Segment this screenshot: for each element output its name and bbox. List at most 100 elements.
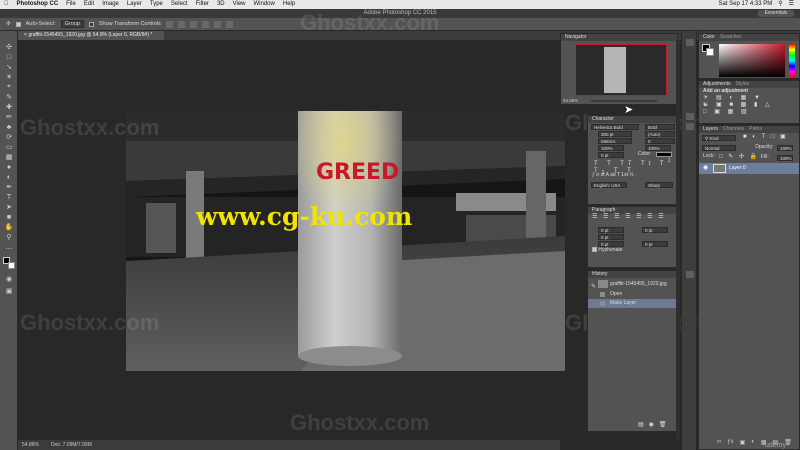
transform-controls-checkbox[interactable] <box>88 21 94 27</box>
menu-help[interactable]: Help <box>279 0 299 9</box>
auto-select-dropdown[interactable]: Group <box>60 20 84 28</box>
clone-stamp-tool-icon[interactable]: ♣ <box>4 123 14 131</box>
navigator-zoom-slider[interactable] <box>591 100 657 102</box>
workspace-switcher[interactable]: Essentials <box>758 10 794 17</box>
pen-tool-icon[interactable]: ✒ <box>4 183 14 191</box>
layer-filter-select[interactable]: ⚲ Kind <box>702 135 736 141</box>
tab-paths[interactable]: Paths <box>749 126 762 133</box>
align-bottom-icon[interactable] <box>189 20 197 28</box>
document-image[interactable]: GREED <box>126 111 565 371</box>
move-tool-icon[interactable]: ✣ <box>6 21 11 27</box>
camera-icon[interactable]: ◉ <box>649 421 654 428</box>
link-layers-icon[interactable]: ∞ <box>717 439 721 446</box>
tab-channels[interactable]: Channels <box>723 126 744 133</box>
tab-swatches[interactable]: Swatches <box>720 34 742 41</box>
apple-icon[interactable]:  <box>0 0 13 9</box>
paragraph-panel-icon[interactable] <box>686 123 694 130</box>
layer-filter-icons[interactable]: ■ ◐ T □ ▣ <box>743 134 788 141</box>
menu-file[interactable]: File <box>62 0 80 9</box>
history-panel-icon[interactable] <box>686 271 694 278</box>
lock-icons[interactable]: □ ✎ ✣ 🔒 <box>719 154 759 161</box>
color-field[interactable] <box>719 44 785 77</box>
doc-size[interactable]: Doc: 7.09M/7.09M <box>51 440 92 450</box>
alignment-buttons[interactable]: ☰ ☰ ☰ ☰ ☰ ☰ ☰ <box>588 214 677 226</box>
navigator-panel-icon[interactable] <box>686 39 694 46</box>
opacity-field[interactable]: 100% <box>777 145 793 151</box>
marquee-tool-icon[interactable]: □ <box>4 53 14 61</box>
tab-layers[interactable]: Layers <box>703 126 718 133</box>
lasso-tool-icon[interactable]: ➘ <box>4 63 14 71</box>
list-icon[interactable]: ☰ <box>789 0 794 9</box>
align-top-icon[interactable] <box>165 20 173 28</box>
align-right-icon[interactable] <box>225 20 233 28</box>
hyphenate-checkbox[interactable] <box>592 247 597 253</box>
brush-tool-icon[interactable]: ✏ <box>4 113 14 121</box>
align-left-icon[interactable] <box>201 20 209 28</box>
tab-color[interactable]: Color <box>703 34 715 41</box>
blur-tool-icon[interactable]: ● <box>4 163 14 171</box>
history-brush-tool-icon[interactable]: ⟳ <box>4 133 14 141</box>
adjustment-icons-row-1[interactable]: ☀ ▤ ◐ ▦ ▼ <box>699 95 799 102</box>
eyedropper-tool-icon[interactable]: ✎ <box>4 93 14 101</box>
menu-select[interactable]: Select <box>167 0 192 9</box>
blend-mode-select[interactable]: Normal <box>702 145 736 151</box>
tab-adjustments[interactable]: Adjustments <box>703 81 731 88</box>
adjustment-layer-icon[interactable]: ◐ <box>751 439 755 446</box>
history-snapshot[interactable]: ✎ graffiti-1545455_1920.jpg <box>588 278 677 290</box>
align-center-icon[interactable] <box>213 20 221 28</box>
dodge-tool-icon[interactable]: ◐ <box>4 173 14 181</box>
hand-tool-icon[interactable]: ✋ <box>4 223 14 231</box>
search-icon[interactable]: ⚲ <box>778 0 782 9</box>
move-tool-icon[interactable]: ✣ <box>4 43 14 51</box>
gradient-tool-icon[interactable]: ▦ <box>4 153 14 161</box>
menu-type[interactable]: Type <box>146 0 167 9</box>
shape-tool-icon[interactable]: ■ <box>4 213 14 221</box>
anti-alias-select[interactable]: Sharp <box>645 182 673 188</box>
background-color-swatch[interactable] <box>8 262 15 269</box>
history-item[interactable]: Make Layer <box>588 299 677 308</box>
color-background[interactable] <box>706 48 714 56</box>
menu-layer[interactable]: Layer <box>123 0 146 9</box>
auto-select-checkbox[interactable] <box>15 21 21 27</box>
adjustment-icons-row-3[interactable]: □ ▣ ▦ ▧ <box>699 109 799 116</box>
adjustment-icons-row-2[interactable]: ☯ ▣ ■ ▩ ▮ △ <box>699 102 799 109</box>
screen-mode-icon[interactable]: ▣ <box>4 287 14 295</box>
menu-edit[interactable]: Edit <box>80 0 98 9</box>
zoom-level[interactable]: 54.86% <box>22 440 39 450</box>
text-color-swatch[interactable] <box>656 152 672 157</box>
align-middle-icon[interactable] <box>177 20 185 28</box>
type-tool-icon[interactable]: T <box>4 193 14 201</box>
hue-slider[interactable] <box>789 44 795 77</box>
character-panel-icon[interactable] <box>686 113 694 120</box>
layer-row[interactable]: ◉ Layer 0 <box>699 163 799 174</box>
eye-icon[interactable]: ◉ <box>703 163 708 174</box>
navigator-preview[interactable] <box>575 44 667 96</box>
path-select-tool-icon[interactable]: ➤ <box>4 203 14 211</box>
more-tools-icon[interactable]: ⋯ <box>4 245 14 253</box>
menu-3d[interactable]: 3D <box>213 0 229 9</box>
crop-tool-icon[interactable]: ⌖ <box>4 83 14 91</box>
fx-icon[interactable]: ƒx <box>727 439 733 446</box>
layers-header: Layers Channels Paths <box>699 126 799 133</box>
tab-styles[interactable]: Styles <box>736 81 750 88</box>
add-mask-icon[interactable]: ▣ <box>740 439 746 446</box>
menu-view[interactable]: View <box>229 0 250 9</box>
fill-field[interactable]: 100% <box>777 155 793 161</box>
type-style-buttons[interactable]: T T TT Tt T1 T1 T T <box>588 158 677 176</box>
history-item[interactable]: Open <box>588 290 677 299</box>
eraser-tool-icon[interactable]: ▭ <box>4 143 14 151</box>
healing-tool-icon[interactable]: ✚ <box>4 103 14 111</box>
menu-filter[interactable]: Filter <box>192 0 213 9</box>
quick-select-tool-icon[interactable]: ✶ <box>4 73 14 81</box>
app-menu[interactable]: Photoshop CC <box>13 0 63 9</box>
quick-mask-icon[interactable]: ◉ <box>4 275 14 283</box>
menu-image[interactable]: Image <box>98 0 123 9</box>
document-tab[interactable]: × graffiti-1545455_1920.jpg @ 54.9% (Lay… <box>18 31 164 40</box>
canvas-vertical-scrollbar[interactable] <box>676 40 680 440</box>
menu-window[interactable]: Window <box>250 0 279 9</box>
zoom-tool-icon[interactable]: ⚲ <box>4 233 14 241</box>
fractions-buttons[interactable]: ƒ σ st A ad T 1st ½ <box>588 172 677 181</box>
language-select[interactable]: English: USA <box>591 182 627 188</box>
trash-icon[interactable]: 🗑 <box>659 421 667 428</box>
new-document-icon[interactable]: ▤ <box>638 421 644 428</box>
